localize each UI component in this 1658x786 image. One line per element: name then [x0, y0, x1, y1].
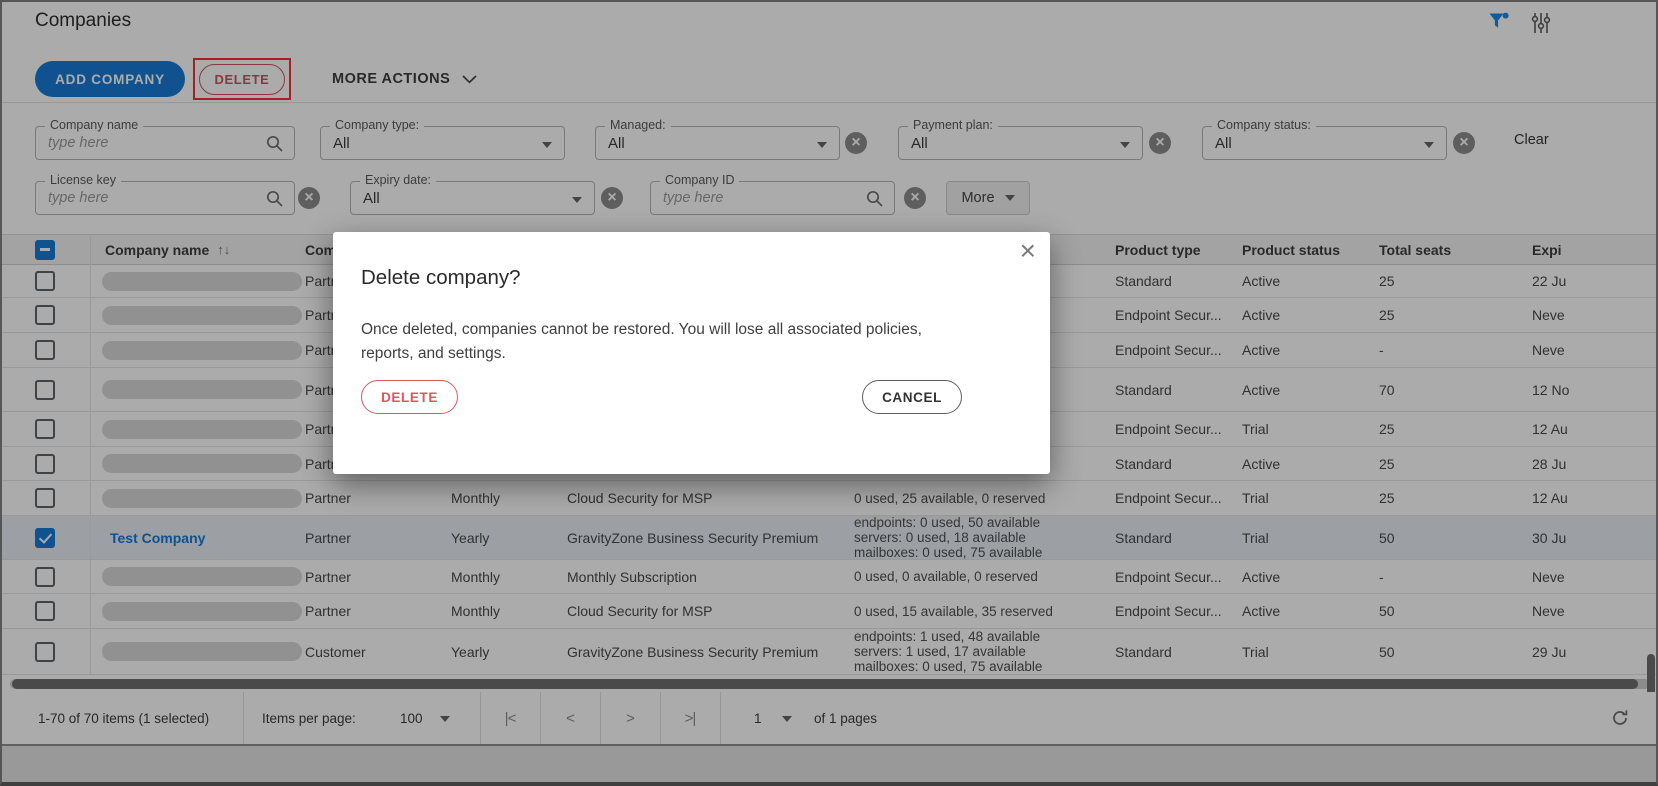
- delete-company-dialog: × Delete company? Once deleted, companie…: [333, 232, 1050, 474]
- close-icon[interactable]: ×: [1020, 234, 1036, 268]
- companies-page: Companies ADD COMPANY DELETE MORE ACTION…: [0, 0, 1658, 786]
- dialog-title: Delete company?: [361, 266, 521, 290]
- dialog-body-text: Once deleted, companies cannot be restor…: [361, 318, 941, 366]
- confirm-delete-button[interactable]: DELETE: [361, 380, 458, 414]
- cancel-button[interactable]: CANCEL: [862, 380, 962, 414]
